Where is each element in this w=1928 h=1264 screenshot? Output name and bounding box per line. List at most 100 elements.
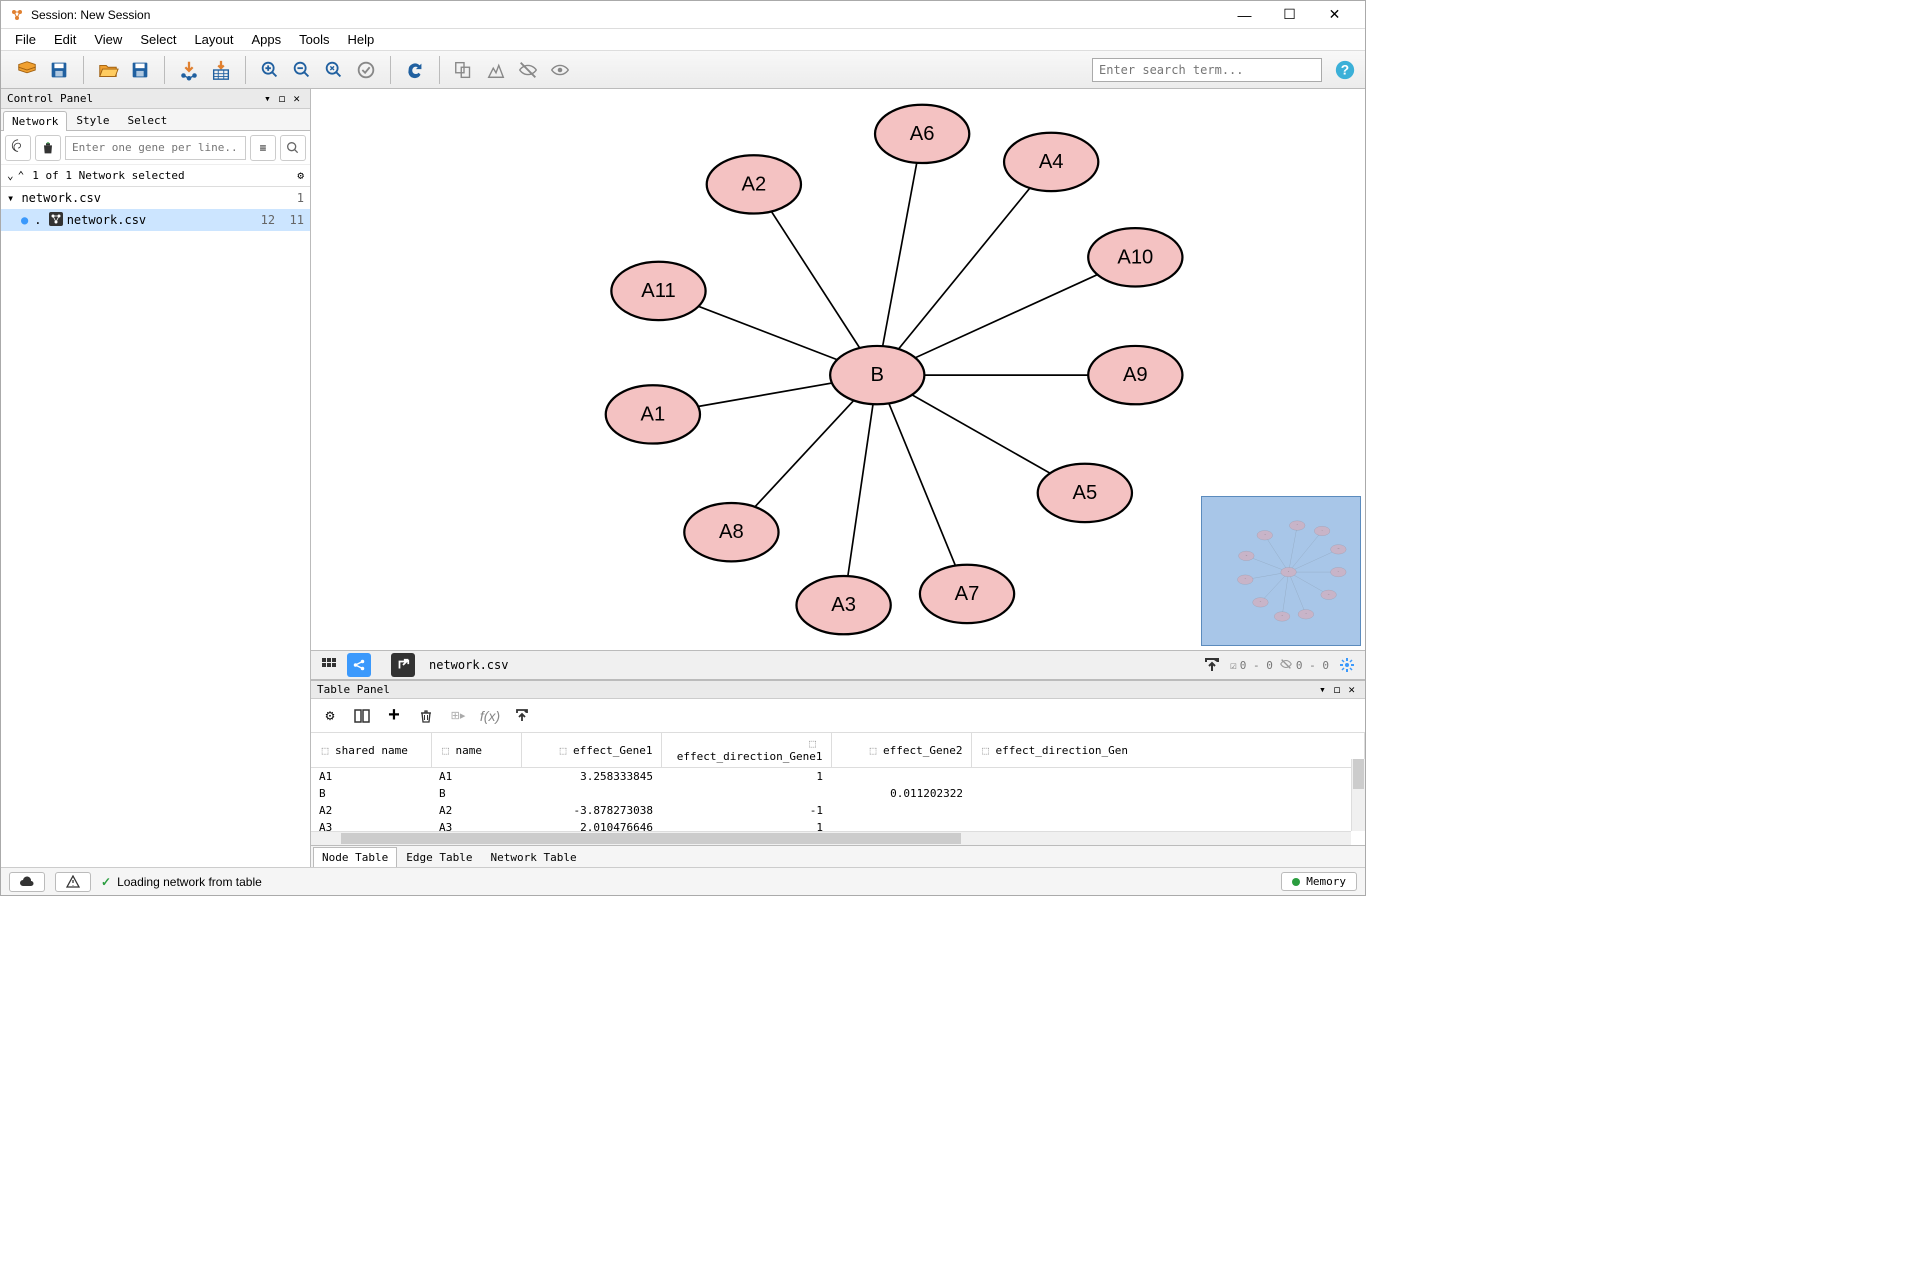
check-icon: ✓: [101, 875, 111, 889]
window-title: Session: New Session: [31, 8, 1222, 22]
gene-search-input[interactable]: [65, 136, 246, 160]
hide-selected-button[interactable]: [513, 55, 543, 85]
minimap[interactable]: BA6A4A2A10A11A9A1A5A8A7A3: [1201, 496, 1361, 646]
tab-node-table[interactable]: Node Table: [313, 847, 397, 867]
warning-icon[interactable]: [55, 872, 91, 892]
memory-button[interactable]: Memory: [1281, 872, 1357, 891]
menu-icon[interactable]: ≡: [250, 135, 276, 161]
svg-text:A11: A11: [641, 280, 675, 302]
gear-icon[interactable]: ⚙: [297, 169, 304, 182]
menu-layout[interactable]: Layout: [186, 30, 241, 49]
column-header[interactable]: ⬚name: [431, 733, 521, 768]
menu-view[interactable]: View: [86, 30, 130, 49]
tp-float-icon[interactable]: ◻: [1330, 683, 1345, 696]
show-selected-button[interactable]: [545, 55, 575, 85]
network-tree: ▾ network.csv 1 ● . network.csv 12 11: [1, 187, 310, 867]
add-column-icon[interactable]: +: [383, 705, 405, 727]
detach-icon[interactable]: [391, 653, 415, 677]
column-header[interactable]: ⬚shared name: [311, 733, 431, 768]
table-row[interactable]: A2A2-3.878273038-1: [311, 802, 1365, 819]
tab-network-table[interactable]: Network Table: [481, 847, 585, 867]
fx-icon[interactable]: f(x): [479, 705, 501, 727]
trash-icon[interactable]: [35, 135, 61, 161]
tree-root-name: network.csv: [21, 191, 100, 205]
save-session-button[interactable]: [44, 55, 74, 85]
search-icon[interactable]: [280, 135, 306, 161]
cloud-icon[interactable]: [9, 872, 45, 892]
save-button[interactable]: [125, 55, 155, 85]
svg-text:A1: A1: [641, 403, 666, 425]
delete-icon[interactable]: [415, 705, 437, 727]
apply-layout-button[interactable]: [351, 55, 381, 85]
cp-close-icon[interactable]: ✕: [289, 92, 304, 105]
cp-tab-network[interactable]: Network: [3, 111, 67, 131]
network-view[interactable]: BA6A4A2A10A11A9A1A5A8A7A3 BA6A4A2A10A11A…: [311, 89, 1365, 650]
sublist-dot: .: [34, 213, 48, 227]
svg-text:B: B: [871, 364, 884, 386]
tp-dropdown-icon[interactable]: ▾: [1315, 683, 1330, 696]
svg-text:A9: A9: [1123, 364, 1148, 386]
table-gear-icon[interactable]: ⚙: [319, 705, 341, 727]
zoom-in-button[interactable]: [255, 55, 285, 85]
refresh-button[interactable]: [400, 55, 430, 85]
menu-file[interactable]: File: [7, 30, 44, 49]
table-row[interactable]: A1A13.2583338451: [311, 768, 1365, 786]
menu-select[interactable]: Select: [132, 30, 184, 49]
table-export-icon[interactable]: [511, 705, 533, 727]
network-icon: [49, 212, 63, 229]
grid-icon[interactable]: [317, 653, 341, 677]
share-icon[interactable]: [347, 653, 371, 677]
horizontal-scrollbar[interactable]: [311, 831, 1351, 845]
import-table-button[interactable]: [206, 55, 236, 85]
collapse-all-icon[interactable]: ⌄: [7, 169, 14, 182]
menu-tools[interactable]: Tools: [291, 30, 337, 49]
eye-slash-icon: [1279, 657, 1293, 674]
first-neighbors-button[interactable]: [449, 55, 479, 85]
titlebar: Session: New Session — ☐ ✕: [1, 1, 1365, 29]
tree-root-count: 1: [297, 191, 304, 205]
menu-edit[interactable]: Edit: [46, 30, 84, 49]
menu-help[interactable]: Help: [340, 30, 383, 49]
table-row[interactable]: BB0.011202322: [311, 785, 1365, 802]
spiral-icon[interactable]: [5, 135, 31, 161]
column-header[interactable]: ⬚effect_Gene1: [521, 733, 661, 768]
show-all-button[interactable]: [481, 55, 511, 85]
column-header[interactable]: ⬚effect_direction_Gene1: [661, 733, 831, 768]
zoom-fit-button[interactable]: [319, 55, 349, 85]
column-header[interactable]: ⬚effect_direction_Gen: [971, 733, 1365, 768]
maximize-button[interactable]: ☐: [1267, 1, 1312, 28]
toolbar: ?: [1, 51, 1365, 89]
minimize-button[interactable]: —: [1222, 1, 1267, 28]
zoom-out-button[interactable]: [287, 55, 317, 85]
vertical-scrollbar[interactable]: [1351, 759, 1365, 831]
help-button[interactable]: ?: [1332, 57, 1358, 83]
cp-dropdown-icon[interactable]: ▾: [260, 92, 275, 105]
cp-tab-style[interactable]: Style: [67, 110, 118, 130]
network-count-label: 1 of 1 Network selected: [32, 169, 184, 182]
export-icon[interactable]: [1200, 653, 1224, 677]
status-message: Loading network from table: [117, 875, 262, 889]
import-network-button[interactable]: [174, 55, 204, 85]
tree-child-row[interactable]: ● . network.csv 12 11: [1, 209, 310, 231]
app-icon: [9, 7, 25, 23]
disclosure-icon[interactable]: ▾: [7, 191, 21, 205]
search-input[interactable]: [1092, 58, 1322, 82]
memory-dot-icon: [1292, 878, 1300, 886]
new-session-button[interactable]: [12, 55, 42, 85]
network-toolbar: network.csv ☑0 - 0 0 - 0: [311, 650, 1365, 680]
fit-icon[interactable]: [1335, 653, 1359, 677]
menubar: File Edit View Select Layout Apps Tools …: [1, 29, 1365, 51]
column-header[interactable]: ⬚effect_Gene2: [831, 733, 971, 768]
tree-root-row[interactable]: ▾ network.csv 1: [1, 187, 310, 209]
cp-tab-select[interactable]: Select: [118, 110, 176, 130]
cp-float-icon[interactable]: ◻: [275, 92, 290, 105]
open-button[interactable]: [93, 55, 123, 85]
columns-icon[interactable]: [351, 705, 373, 727]
close-button[interactable]: ✕: [1312, 1, 1357, 28]
expand-all-icon[interactable]: ⌃: [18, 169, 25, 182]
tab-edge-table[interactable]: Edge Table: [397, 847, 481, 867]
tp-close-icon[interactable]: ✕: [1344, 683, 1359, 696]
function-builder-icon[interactable]: ⊞▸: [447, 705, 469, 727]
menu-apps[interactable]: Apps: [244, 30, 290, 49]
tree-child-nodes: 12: [261, 213, 275, 227]
